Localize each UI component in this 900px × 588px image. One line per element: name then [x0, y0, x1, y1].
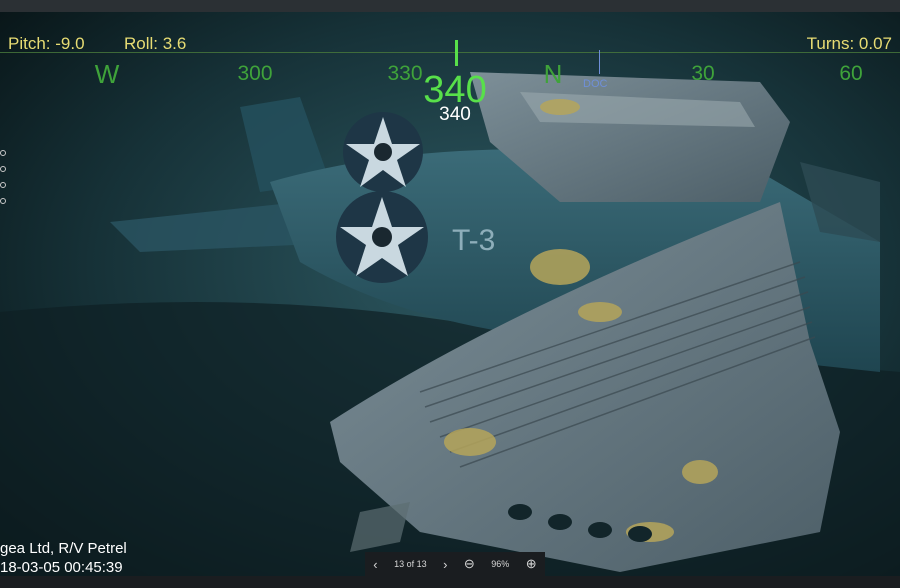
roll-readout: Roll: 3.6 [124, 34, 187, 53]
page-counter: 13 of 13 [394, 559, 427, 569]
zoom-out-icon[interactable]: ⊖ [464, 556, 475, 572]
image-pager: ‹ 13 of 13 › ⊖ 96% ⊕ [365, 552, 545, 576]
compass-mark-60: 60 [839, 62, 863, 85]
aircraft-marking: T-3 [452, 224, 495, 257]
credit-caption: gea Ltd, R/V Petrel [0, 540, 127, 557]
zoom-level: 96% [491, 559, 510, 569]
bottom-bar [0, 576, 900, 588]
heading-readout-secondary: 340 [439, 104, 471, 125]
zoom-in-icon[interactable]: ⊕ [526, 556, 537, 572]
compass-mark-n: N [543, 59, 563, 89]
depth-scale [0, 150, 6, 214]
heading-marker [599, 50, 600, 74]
depth-tick [0, 166, 6, 172]
compass-mark-300: 300 [237, 62, 273, 85]
heading-marker-label: DOC [583, 78, 608, 90]
timestamp-caption: 18-03-05 00:45:39 [0, 559, 123, 576]
depth-tick [0, 198, 6, 204]
roundel-lower [336, 191, 428, 283]
top-bar [0, 0, 900, 12]
chevron-left-icon[interactable]: ‹ [373, 557, 377, 572]
depth-tick [0, 182, 6, 188]
depth-tick [0, 150, 6, 156]
pitch-readout: Pitch: -9.0 [8, 34, 85, 53]
chevron-right-icon[interactable]: › [443, 557, 447, 572]
turns-readout: Turns: 0.07 [806, 34, 892, 53]
image-viewer[interactable]: T-3 Pitch: -9.0 Roll: 3.6 Turns: 0.07 W … [0, 12, 900, 576]
compass-mark-30: 30 [691, 62, 715, 85]
heading-needle [455, 40, 458, 66]
compass-mark-w: W [94, 59, 120, 89]
